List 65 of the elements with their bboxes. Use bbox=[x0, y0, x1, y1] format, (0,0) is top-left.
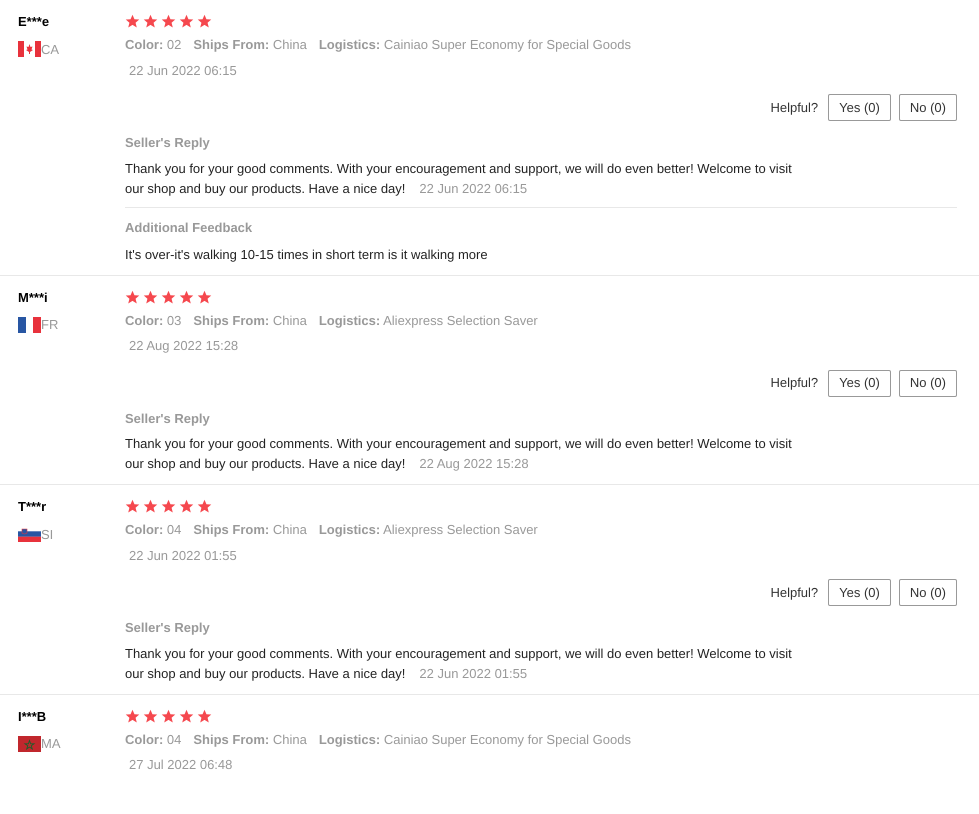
star-icon bbox=[197, 499, 212, 514]
color-attribute: Color: 02 bbox=[125, 36, 182, 54]
flag-icon bbox=[18, 526, 41, 542]
star-icon bbox=[161, 290, 176, 304]
star-icon bbox=[161, 499, 176, 514]
star-icon bbox=[143, 14, 158, 29]
reply-title: Seller's Reply bbox=[125, 619, 211, 637]
yes-button[interactable]: Yes (0) bbox=[828, 94, 891, 121]
yes-button[interactable]: Yes (0) bbox=[828, 370, 891, 396]
no-button[interactable]: No (0) bbox=[898, 579, 957, 606]
country-code: FR bbox=[41, 316, 58, 334]
seller-reply-text: Thank you for your good comments. With your encouragement and support, we will do even better! Welcome to visit our shop and buy our products. Have a nice day! 22 Aug 2022 15:28 bbox=[125, 435, 793, 473]
star-icon bbox=[143, 708, 158, 724]
no-button[interactable]: No (0) bbox=[898, 370, 957, 396]
star-icon bbox=[197, 290, 212, 304]
star-icon bbox=[179, 499, 194, 514]
flag-icon bbox=[18, 41, 41, 58]
reply-title: Seller's Reply bbox=[125, 410, 211, 428]
logistics-attribute: Logistics: Aliexpress Selection Saver bbox=[318, 312, 538, 330]
helpful-label: Helpful? bbox=[770, 374, 818, 392]
star-icon bbox=[179, 290, 194, 304]
helpful-label: Helpful? bbox=[770, 98, 818, 117]
ships-from-attribute: Ships From: China bbox=[193, 521, 307, 539]
ships-from-attribute: Ships From: China bbox=[193, 312, 307, 330]
star-icon bbox=[125, 708, 140, 724]
review-date: 22 Jun 2022 01:55 bbox=[129, 548, 237, 562]
feedback-title: Additional Feedback bbox=[125, 218, 254, 236]
star-icon bbox=[197, 14, 212, 29]
star-icon bbox=[161, 708, 176, 724]
star-icon bbox=[125, 14, 140, 29]
flag-icon bbox=[18, 736, 41, 752]
logistics-attribute: Logistics: Cainiao Super Economy for Special Goods bbox=[318, 730, 631, 749]
seller-reply-text: Thank you for your good comments. With your encouragement and support, we will do even better! Welcome to visit our shop and buy our products. Have a nice day! 22 Jun 2022 01:55 bbox=[125, 644, 793, 683]
color-attribute: Color: 04 bbox=[125, 521, 182, 539]
no-button[interactable]: No (0) bbox=[898, 94, 957, 121]
logistics-attribute: Logistics: Aliexpress Selection Saver bbox=[318, 521, 538, 539]
review-date: 22 Aug 2022 15:28 bbox=[129, 338, 238, 353]
yes-button[interactable]: Yes (0) bbox=[828, 579, 891, 606]
color-attribute: Color: 03 bbox=[125, 312, 182, 330]
ships-from-attribute: Ships From: China bbox=[193, 730, 307, 749]
seller-reply-text: Thank you for your good comments. With your encouragement and support, we will do even better! Welcome to visit our shop and buy our products. Have a nice day! 22 Jun 2022 06:15 bbox=[125, 160, 793, 198]
star-icon bbox=[179, 708, 194, 724]
star-icon bbox=[143, 290, 158, 304]
star-icon bbox=[161, 14, 176, 29]
star-icon bbox=[125, 499, 140, 514]
flag-icon bbox=[18, 316, 41, 333]
review-date: 27 Jul 2022 06:48 bbox=[129, 757, 232, 772]
star-icon bbox=[179, 14, 194, 29]
reviewer-name: E***e bbox=[18, 13, 50, 31]
review-date: 22 Jun 2022 06:15 bbox=[129, 62, 237, 78]
helpful-label: Helpful? bbox=[770, 584, 818, 602]
color-attribute: Color: 04 bbox=[125, 730, 182, 748]
reviewer-name: I***B bbox=[18, 708, 48, 726]
country-code: MA bbox=[41, 735, 60, 753]
feedback-text: It's over-it's walking 10-15 times in short term is it walking more bbox=[125, 246, 489, 264]
reply-title: Seller's Reply bbox=[125, 134, 211, 152]
country-code: CA bbox=[41, 40, 60, 58]
country-code: SI bbox=[41, 526, 54, 544]
ships-from-attribute: Ships From: China bbox=[193, 36, 307, 54]
star-icon bbox=[197, 708, 212, 724]
star-icon bbox=[125, 290, 140, 304]
reviewer-name: T***r bbox=[18, 498, 48, 516]
logistics-attribute: Logistics: Cainiao Super Economy for Special Goods bbox=[318, 36, 631, 54]
star-icon bbox=[143, 499, 158, 514]
reviewer-name: M***i bbox=[18, 288, 49, 306]
